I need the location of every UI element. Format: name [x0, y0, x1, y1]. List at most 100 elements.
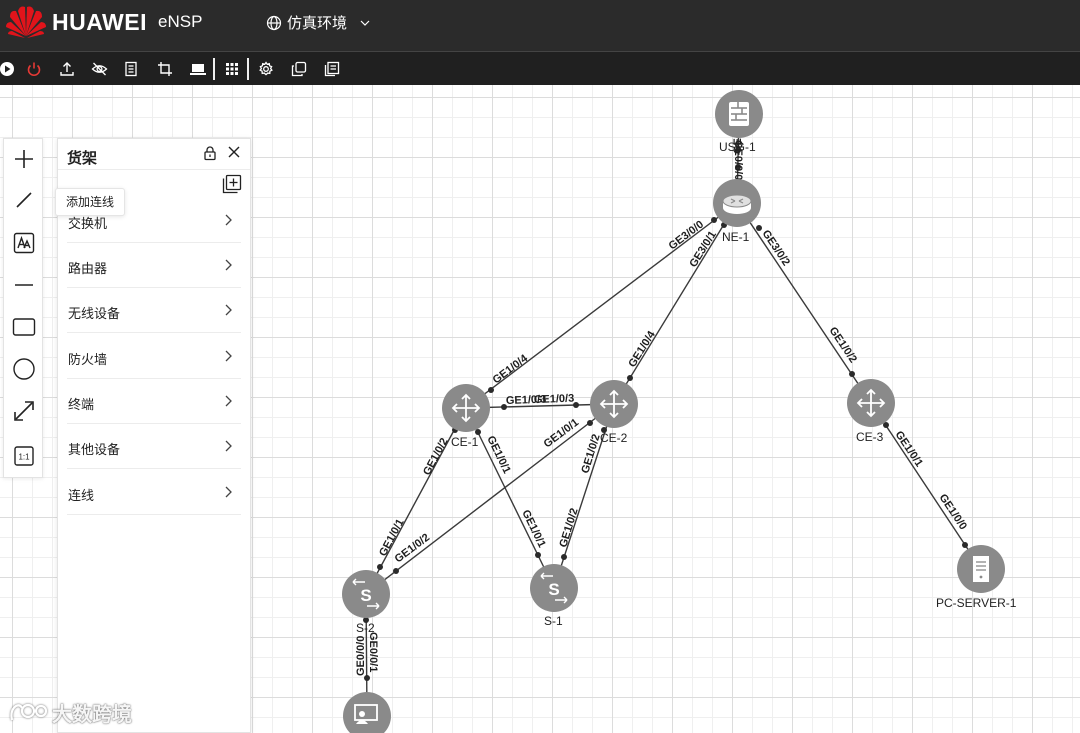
drawing-toolbar: 1:1 — [3, 138, 43, 478]
start-button[interactable] — [0, 59, 17, 79]
export-button[interactable] — [57, 59, 77, 79]
terminal-button[interactable] — [188, 59, 208, 79]
shelf-category-label: 连线 — [68, 488, 95, 503]
brand-name: HUAWEI — [52, 9, 147, 35]
node-ce1[interactable] — [442, 384, 490, 432]
node-label-ce2: CE-2 — [600, 431, 628, 445]
close-icon[interactable] — [226, 144, 242, 160]
document-icon — [125, 61, 137, 77]
crop-icon — [158, 62, 172, 76]
play-icon — [0, 62, 14, 76]
add-device-tool[interactable] — [12, 147, 36, 171]
router-icon — [722, 194, 752, 214]
circle-icon — [13, 358, 35, 380]
app-header: HUAWEI eNSP 仿真环境 — [0, 0, 1080, 51]
chevron-right-icon — [225, 395, 232, 407]
shelf-category-label: 无线设备 — [68, 306, 121, 321]
node-ce3[interactable] — [847, 379, 895, 427]
upload-icon — [60, 62, 74, 76]
actual-size-tool[interactable]: 1:1 — [12, 444, 36, 468]
watermark-logo-icon — [10, 703, 48, 720]
product-name: eNSP — [158, 12, 203, 31]
link-ne1-ce2[interactable] — [613, 202, 738, 405]
power-icon — [27, 62, 41, 77]
server-icon — [973, 556, 989, 582]
grid-button[interactable] — [222, 59, 242, 79]
port-label: GE1/0/2 — [421, 436, 451, 477]
svg-text:S: S — [548, 580, 559, 599]
svg-text:S: S — [360, 586, 371, 605]
shelf-category-router[interactable]: 路由器 — [67, 243, 241, 288]
link-ce2-s2[interactable] — [365, 403, 615, 595]
port-label: GE1/0/2 — [557, 507, 580, 549]
chevron-right-icon — [225, 486, 232, 498]
paste-button[interactable] — [322, 59, 342, 79]
environment-selector[interactable]: 仿真环境 — [266, 12, 372, 33]
add-shelf-icon[interactable] — [222, 174, 242, 194]
node-pc1[interactable] — [343, 692, 391, 733]
node-s1[interactable]: S — [530, 564, 578, 612]
chevron-down-icon — [360, 20, 370, 26]
stop-button[interactable] — [24, 59, 44, 79]
paste-icon — [324, 61, 340, 77]
node-label-ce3: CE-3 — [856, 430, 884, 444]
node-pcserver1[interactable] — [957, 545, 1005, 593]
add-link-tooltip: 添加连线 — [55, 188, 126, 216]
fit-screen-icon — [14, 401, 34, 421]
text-icon — [13, 232, 35, 254]
add-horizontal-line-tool[interactable] — [12, 273, 36, 297]
hide-labels-button[interactable] — [89, 59, 109, 79]
port-label: GE1/0/4 — [491, 352, 531, 386]
actual-size-icon: 1:1 — [14, 446, 34, 466]
crop-button[interactable] — [155, 59, 175, 79]
document-button[interactable] — [121, 59, 141, 79]
shelf-panel: 货架 交换机 路由器 无线设备 防火墙 终端 其他设备 连线 — [57, 138, 251, 733]
node-ce2[interactable] — [590, 380, 638, 428]
globe-icon — [266, 15, 282, 30]
copy-icon — [291, 61, 307, 77]
shelf-category-firewall[interactable]: 防火墙 — [67, 334, 241, 379]
shelf-category-label: 路由器 — [68, 261, 108, 276]
shelf-category-other[interactable]: 其他设备 — [67, 424, 241, 469]
node-label-pcserver1: PC-SERVER-1 — [936, 596, 1017, 610]
actual-size-label: 1:1 — [18, 453, 30, 462]
toolbar-divider — [213, 58, 215, 80]
node-s2[interactable]: S — [342, 570, 390, 618]
environment-selector-label: 仿真环境 — [287, 15, 348, 32]
node-usg1[interactable] — [715, 90, 763, 138]
shelf-category-terminal[interactable]: 终端 — [67, 379, 241, 424]
copy-button[interactable] — [289, 59, 309, 79]
chevron-right-icon — [225, 259, 232, 271]
shelf-category-wireless[interactable]: 无线设备 — [67, 288, 241, 333]
add-rectangle-tool[interactable] — [12, 315, 36, 339]
port-label: GE1/0/3 — [534, 393, 575, 406]
settings-button[interactable] — [256, 59, 276, 79]
toolbar-divider — [247, 58, 249, 80]
shelf-title: 货架 — [67, 150, 98, 167]
add-link-tool[interactable] — [12, 188, 36, 212]
node-ne1[interactable] — [713, 179, 761, 227]
main-toolbar — [0, 51, 1080, 85]
add-circle-tool[interactable] — [12, 357, 36, 381]
chevron-right-icon — [225, 350, 232, 362]
eye-off-icon — [91, 62, 107, 76]
lock-icon[interactable] — [202, 145, 218, 161]
node-label-ne1: NE-1 — [722, 230, 750, 244]
plus-icon — [15, 150, 33, 168]
node-label-usg1: USG-1 — [719, 140, 756, 154]
shelf-category-label: 终端 — [68, 397, 95, 412]
link-ce1-s1[interactable] — [465, 407, 555, 589]
shelf-category-link[interactable]: 连线 — [67, 470, 241, 515]
port-label: GE1/0/1 — [519, 508, 547, 550]
port-label: GE1/0/4 — [626, 328, 658, 369]
shelf-category-label: 防火墙 — [68, 352, 108, 367]
gear-icon — [259, 61, 273, 76]
port-label: GE0/0/1 — [367, 632, 379, 672]
chevron-right-icon — [225, 304, 232, 316]
node-label-ce1: CE-1 — [451, 435, 479, 449]
firewall-icon — [729, 102, 749, 126]
node-label-s2: S-2 — [356, 621, 375, 635]
fit-screen-tool[interactable] — [12, 399, 36, 423]
add-text-tool[interactable] — [12, 231, 36, 255]
port-label: GE1/0/1 — [893, 429, 926, 469]
